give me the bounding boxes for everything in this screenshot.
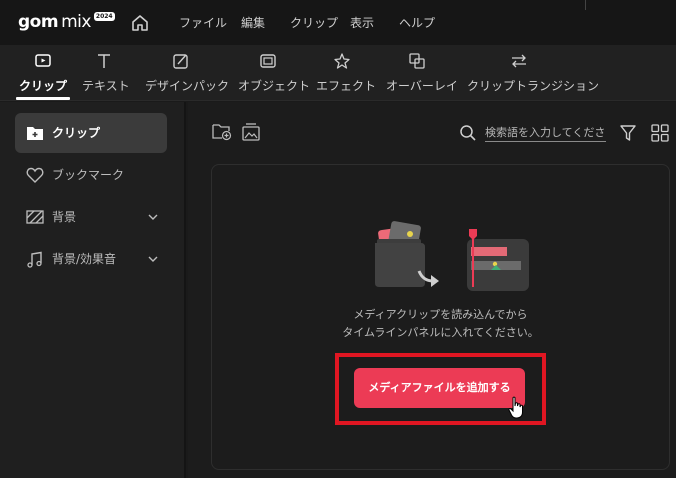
grid-view-icon[interactable] — [651, 124, 669, 142]
tab-overlay[interactable]: オーバーレイ — [386, 45, 458, 101]
object-icon — [260, 54, 276, 68]
menu-file[interactable]: ファイル — [179, 16, 227, 30]
tab-label: オブジェクト — [238, 79, 311, 93]
sidebar-item-label: 背景 — [52, 210, 77, 224]
sidebar-item-label: 背景/効果音 — [52, 252, 117, 266]
menu-clip[interactable]: クリップ — [290, 16, 338, 30]
active-tab-indicator — [16, 97, 70, 100]
tab-object[interactable]: オブジェクト — [238, 45, 311, 101]
add-folder-icon[interactable] — [212, 123, 232, 141]
heart-icon — [26, 167, 44, 183]
menu-help[interactable]: ヘルプ — [399, 16, 435, 30]
tab-clip[interactable]: クリップ — [18, 45, 68, 101]
tab-label: クリップトランジション — [467, 79, 600, 93]
divider — [585, 0, 586, 10]
sidebar-item-background[interactable]: 背景 — [15, 197, 167, 237]
menu-view[interactable]: 表示 — [350, 16, 374, 30]
sidebar-item-label: クリップ — [52, 126, 101, 140]
menu-edit[interactable]: 編集 — [241, 16, 265, 30]
tab-clip-transition[interactable]: クリップトランジション — [467, 45, 600, 101]
search-input[interactable]: 検索語を入力してください。 — [485, 126, 606, 142]
sidebar-item-bgm-sfx[interactable]: 背景/効果音 — [15, 239, 167, 279]
search-icon[interactable] — [459, 124, 477, 142]
sidebar-item-label: ブックマーク — [52, 168, 125, 182]
background-pattern-icon — [26, 210, 44, 224]
tab-design-pack[interactable]: デザインパック — [145, 45, 230, 101]
hand-pointer-cursor-icon — [508, 396, 523, 419]
overlay-icon — [409, 53, 425, 69]
transition-icon — [512, 54, 526, 68]
effect-icon — [334, 53, 350, 69]
filter-icon[interactable] — [619, 124, 637, 142]
sidebar-item-bookmark[interactable]: ブックマーク — [15, 155, 167, 195]
music-note-icon — [27, 251, 42, 268]
clip-add-icon — [27, 127, 43, 140]
hint-text-line1: メディアクリップを読み込んでから — [353, 308, 528, 321]
import-to-timeline-illustration — [375, 221, 529, 291]
design-pack-icon — [173, 54, 188, 69]
tab-label: デザインパック — [145, 79, 230, 93]
image-gallery-icon[interactable] — [242, 123, 260, 141]
chevron-down-icon[interactable] — [147, 211, 159, 223]
library-sidebar: クリップ ブックマーク 背景 背景/効果音 — [0, 102, 186, 478]
title-menu-bar: gom mix 2024 ファイル 編集 クリップ 表示 ヘルプ — [0, 0, 676, 45]
home-icon[interactable] — [130, 13, 150, 33]
hint-text-line2: タイムラインパネルに入れてください。 — [342, 326, 539, 339]
sidebar-item-clip[interactable]: クリップ — [15, 113, 167, 153]
chevron-down-icon[interactable] — [147, 253, 159, 265]
clip-icon — [35, 54, 51, 67]
media-library-panel: 検索語を入力してください。 メディアクリップを読み込んでから タイムラインパネル… — [188, 102, 676, 478]
logo-text: gom mix — [18, 12, 91, 32]
app-logo: gom mix 2024 — [18, 12, 115, 32]
logo-year-badge: 2024 — [93, 12, 115, 21]
tab-effect[interactable]: エフェクト — [316, 45, 377, 101]
add-media-file-button[interactable]: メディアファイルを追加する — [354, 368, 525, 408]
text-icon — [98, 54, 110, 68]
content-toolbar: クリップ テキスト デザインパック オブジェクト エフェクト オーバーレイ クリ… — [0, 45, 676, 101]
tab-label: クリップ — [18, 79, 67, 93]
tab-label: テキスト — [82, 79, 130, 93]
tab-label: エフェクト — [316, 79, 377, 93]
tab-text[interactable]: テキスト — [82, 45, 130, 101]
tab-label: オーバーレイ — [386, 79, 458, 93]
